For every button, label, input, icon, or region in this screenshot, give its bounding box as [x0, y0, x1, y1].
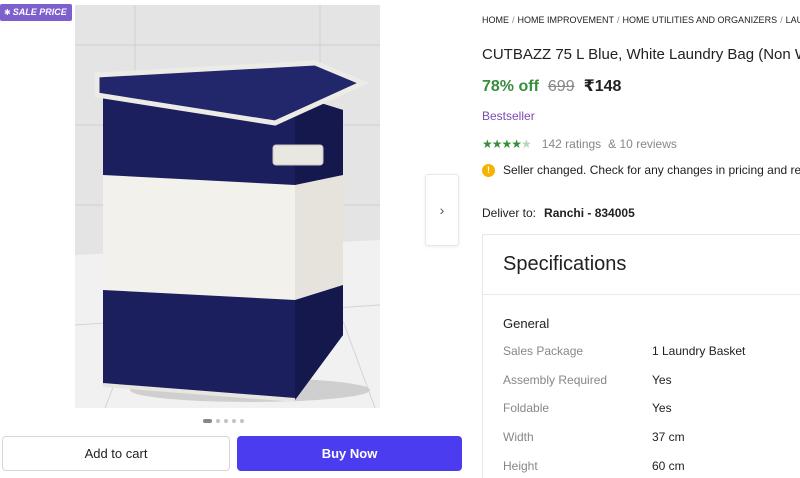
- spec-row: Width 37 cm: [503, 430, 800, 444]
- breadcrumb-laundry[interactable]: LAUNDRY: [786, 15, 800, 25]
- bestseller-badge: Bestseller: [482, 109, 535, 123]
- carousel-dot[interactable]: [224, 419, 228, 423]
- spec-value: Yes: [652, 401, 672, 415]
- spec-group-general: General: [503, 316, 550, 331]
- spec-value: 37 cm: [652, 430, 685, 444]
- seller-notice: ! Seller changed. Check for any changes …: [482, 163, 800, 177]
- reviews-count: & 10 reviews: [608, 137, 677, 151]
- seller-notice-text: Seller changed. Check for any changes in…: [503, 163, 800, 177]
- ratings-count: 142 ratings: [541, 137, 602, 151]
- product-title: CUTBAZZ 75 L Blue, White Laundry Bag (No…: [482, 46, 800, 63]
- delivery-location[interactable]: Deliver to: Ranchi - 834005: [482, 206, 635, 220]
- spec-key: Assembly Required: [503, 373, 608, 387]
- specifications-title: Specifications: [503, 253, 627, 275]
- breadcrumb-home-utilities[interactable]: HOME UTILITIES AND ORGANIZERS: [623, 15, 778, 25]
- spec-value: 1 Laundry Basket: [652, 344, 746, 358]
- sale-price-label: SALE PRICE: [12, 7, 67, 17]
- spec-key: Height: [503, 459, 538, 473]
- spec-key: Foldable: [503, 401, 550, 415]
- carousel-dot[interactable]: [203, 419, 212, 423]
- specifications-panel: Specifications General Sales Package 1 L…: [482, 234, 800, 478]
- spec-value: Yes: [652, 373, 672, 387]
- spec-value: 60 cm: [652, 459, 685, 473]
- selling-price: ₹148: [583, 78, 622, 95]
- spec-key: Sales Package: [503, 344, 584, 358]
- carousel-dots: [203, 419, 244, 423]
- carousel-dot[interactable]: [216, 419, 220, 423]
- deliver-to-label: Deliver to:: [482, 206, 537, 220]
- rating-row[interactable]: ★★★★★ 142 ratings & 10 reviews: [482, 137, 677, 151]
- next-image-button[interactable]: ›: [425, 174, 459, 246]
- original-price: 699: [547, 78, 575, 95]
- spec-row: Assembly Required Yes: [503, 373, 800, 387]
- breadcrumb: HOME / HOME IMPROVEMENT / HOME UTILITIES AND…: [482, 15, 800, 25]
- spec-row: Sales Package 1 Laundry Basket: [503, 344, 800, 358]
- discount-percent: 78% off: [482, 78, 539, 95]
- rating-stars-icon: ★★★★★: [482, 137, 532, 151]
- product-image[interactable]: [75, 5, 380, 408]
- spec-key: Width: [503, 430, 534, 444]
- price-row: 78% off 699 ₹148: [482, 76, 621, 96]
- spec-row: Foldable Yes: [503, 401, 800, 415]
- spec-row: Height 60 cm: [503, 459, 800, 473]
- add-to-cart-button[interactable]: Add to cart: [2, 436, 230, 471]
- star-icon: ✱: [4, 8, 11, 17]
- deliver-to-value: Ranchi - 834005: [544, 206, 635, 220]
- chevron-right-icon: ›: [439, 202, 445, 218]
- breadcrumb-home-improvement[interactable]: HOME IMPROVEMENT: [518, 15, 615, 25]
- breadcrumb-home[interactable]: HOME: [482, 15, 509, 25]
- carousel-dot[interactable]: [232, 419, 236, 423]
- carousel-dot[interactable]: [240, 419, 244, 423]
- info-icon: !: [482, 163, 495, 177]
- sale-price-badge: ✱ SALE PRICE: [0, 4, 72, 21]
- specifications-header: Specifications: [483, 235, 800, 295]
- buy-now-button[interactable]: Buy Now: [237, 436, 462, 471]
